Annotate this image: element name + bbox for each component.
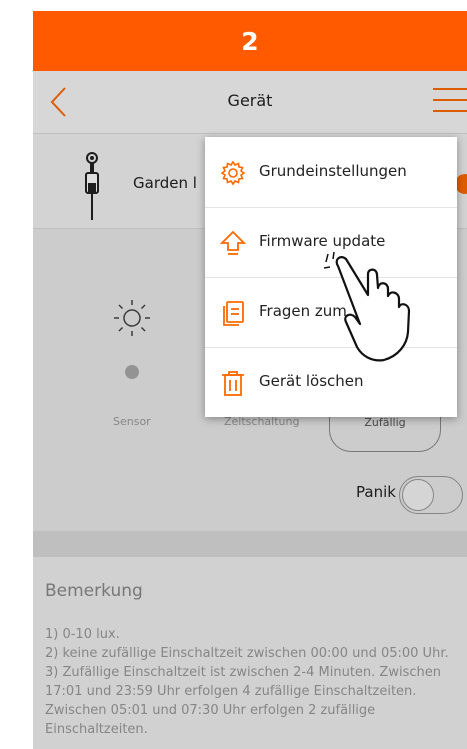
trash-icon bbox=[222, 371, 244, 396]
document-icon bbox=[223, 301, 244, 326]
step-banner: 2 bbox=[33, 11, 467, 71]
menu-item-label: Grundeinstellungen bbox=[259, 162, 407, 180]
gear-icon bbox=[220, 160, 246, 186]
upload-arrow-icon bbox=[219, 230, 247, 255]
device-screen: Gerät Garden l Sensor Zeitschaltung Zufä… bbox=[33, 71, 467, 749]
menu-item-grundeinstellungen[interactable]: Grundeinstellungen bbox=[205, 137, 457, 208]
pointing-hand-icon bbox=[324, 252, 411, 362]
menu-item-label: Gerät löschen bbox=[259, 372, 364, 390]
menu-item-label: Firmware update bbox=[259, 232, 386, 250]
step-number: 2 bbox=[241, 26, 259, 56]
